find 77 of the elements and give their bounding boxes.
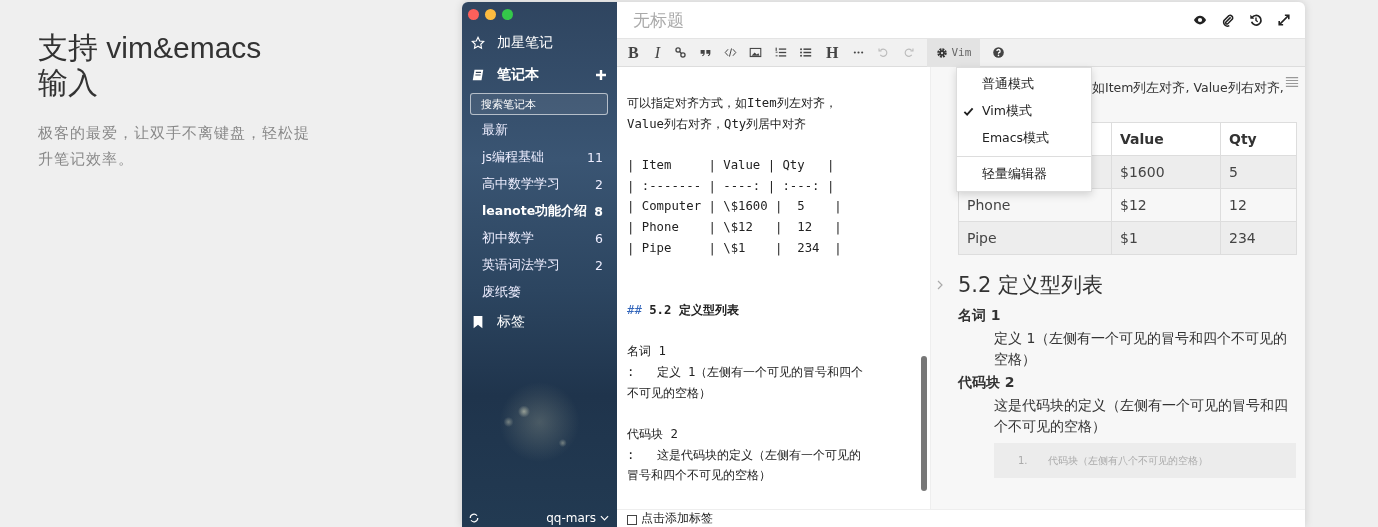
preview-text: 如Item列左对齐, Value列右对齐,: [1092, 80, 1284, 95]
table-cell: 5: [1220, 155, 1297, 189]
notebook-item[interactable]: 废纸篓: [462, 279, 617, 306]
line-number: 1.: [1018, 455, 1028, 466]
definition-term: 代码块 2: [958, 374, 1016, 392]
code-line: 代码块 2: [627, 426, 679, 443]
close-window-button[interactable]: [468, 9, 479, 20]
code-line: 冒号和四个不可见的空格）: [627, 467, 772, 485]
user-menu[interactable]: qq-mars: [546, 511, 596, 525]
mode-menu-item[interactable]: 普通模式: [957, 71, 1091, 98]
notebook-item[interactable]: leanote功能介绍 8: [462, 198, 617, 225]
table-cell: 234: [1220, 221, 1297, 255]
link-icon[interactable]: [674, 46, 687, 59]
notebook-search-field[interactable]: 搜索笔记本: [470, 93, 608, 115]
starred-notes-link[interactable]: 加星笔记: [497, 34, 553, 52]
table-of-contents-icon[interactable]: [1285, 75, 1299, 89]
eye-icon[interactable]: [1193, 13, 1207, 27]
mode-menu-item[interactable]: Vim模式: [957, 98, 1091, 125]
bullet-list-icon[interactable]: [799, 46, 812, 59]
code-line: | Phone | \$12 | 12 |: [627, 219, 843, 237]
sync-icon[interactable]: [468, 512, 480, 524]
feature-heading: 支持 vim&emacs输入: [38, 30, 263, 100]
minimize-window-button[interactable]: [485, 9, 496, 20]
table-cell: $1: [1111, 221, 1221, 255]
code-line: Value列右对齐，Qty列居中对齐: [627, 115, 808, 133]
table-header: Qty: [1220, 122, 1297, 156]
table-cell: Pipe: [958, 221, 1112, 255]
code-line: 不可见的空格）: [627, 384, 712, 402]
definition-text: 定义 1（左侧有一个可见的冒号和四个不可见的空格）: [994, 329, 1289, 369]
code-line: : 定义 1（左侧有一个可见的冒号和四个: [627, 363, 865, 381]
caret-icon[interactable]: [600, 515, 609, 521]
table-header: Value: [1111, 122, 1221, 156]
code-icon[interactable]: [724, 46, 737, 59]
paperclip-icon[interactable]: [1221, 13, 1235, 27]
book-icon: [471, 68, 485, 82]
bold-button[interactable]: B: [626, 43, 641, 62]
menu-item[interactable]: 轻量编辑器: [957, 161, 1091, 188]
notebooks-link[interactable]: 笔记本: [497, 66, 539, 84]
notebook-item[interactable]: 初中数学 6: [462, 225, 617, 252]
history-icon[interactable]: [1249, 13, 1263, 27]
definition-term: 名词 1: [958, 307, 1002, 325]
add-icon[interactable]: [595, 69, 607, 81]
table-cell: $12: [1111, 188, 1221, 222]
heading-button[interactable]: H: [824, 43, 841, 62]
note-title-field[interactable]: 无标题: [631, 9, 1193, 31]
code-line: | Computer | \$1600 | 5 |: [627, 198, 843, 216]
editor-mode-button[interactable]: Vim: [927, 38, 981, 67]
code-line: | Pipe | \$1 | 234 |: [627, 239, 843, 258]
feature-description: 极客的最爱，让双手不离键盘，轻松提升笔记效率。: [38, 123, 311, 170]
add-tag-link[interactable]: 点击添加标签: [641, 511, 713, 526]
definition-text: 这是代码块的定义（左侧有一个可见的冒号和四个不可见的空格）: [994, 396, 1289, 436]
tags-link[interactable]: 标签: [497, 313, 525, 331]
zoom-window-button[interactable]: [502, 9, 513, 20]
italic-button[interactable]: I: [652, 43, 662, 62]
gear-icon: [936, 46, 949, 59]
image-icon[interactable]: [749, 46, 762, 59]
tag-checkbox-icon: [627, 515, 637, 525]
notebook-item[interactable]: 英语词法学习 2: [462, 252, 617, 279]
table-cell: 12: [1220, 188, 1297, 222]
notebook-item[interactable]: js编程基础 11: [462, 144, 617, 171]
code-line: 名词 1: [627, 343, 667, 361]
code-line: 可以指定对齐方式，如Item列左对齐，: [627, 95, 838, 112]
star-icon: [471, 36, 485, 50]
code-line: : 这是代码块的定义（左侧有一个可见的: [627, 446, 862, 464]
mode-menu-item[interactable]: Emacs模式: [957, 125, 1091, 152]
expand-icon[interactable]: [1277, 13, 1291, 27]
scrollbar[interactable]: [921, 356, 927, 491]
bookmark-icon: [471, 315, 485, 329]
notebook-item[interactable]: 最新: [462, 117, 617, 144]
code-line: | :------- | ----: | :---: |: [627, 177, 836, 196]
notebook-item[interactable]: 高中数学学习 2: [462, 171, 617, 198]
code-line: ## 5.2 定义型列表: [627, 301, 740, 319]
table-cell: $1600: [1111, 155, 1221, 189]
preview-heading: 5.2 定义型列表: [958, 272, 1104, 299]
code-line: | Item | Value | Qty |: [627, 157, 836, 175]
ordered-list-icon[interactable]: [774, 46, 787, 59]
help-icon[interactable]: [992, 46, 1006, 59]
